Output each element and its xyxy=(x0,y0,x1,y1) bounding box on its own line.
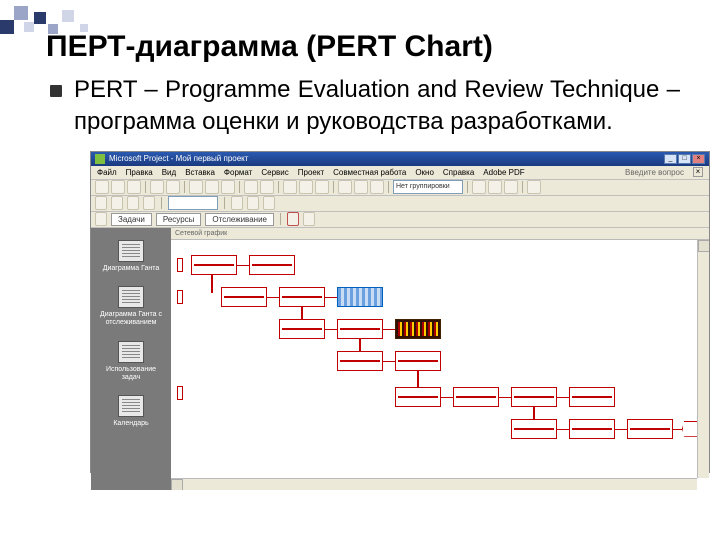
view-bar: Диаграмма Ганта Диаграмма Ганта с отслеж… xyxy=(91,228,171,490)
copy-button[interactable] xyxy=(205,180,219,194)
menu-file[interactable]: Файл xyxy=(97,168,117,177)
undo-button[interactable] xyxy=(244,180,258,194)
pert-node[interactable] xyxy=(453,387,499,407)
task-usage-icon xyxy=(118,341,144,363)
print-button[interactable] xyxy=(150,180,164,194)
window-title: Microsoft Project - Мой первый проект xyxy=(109,154,663,163)
tab-tracking[interactable]: Отслеживание xyxy=(205,213,274,226)
preview-button[interactable] xyxy=(166,180,180,194)
pdf-settings-button[interactable] xyxy=(303,212,315,226)
cut-button[interactable] xyxy=(189,180,203,194)
menu-help[interactable]: Справка xyxy=(443,168,474,177)
close-button[interactable]: × xyxy=(692,154,705,164)
horizontal-scrollbar[interactable] xyxy=(171,478,697,490)
stub-1 xyxy=(177,258,183,272)
calendar-icon xyxy=(118,395,144,417)
tracking-gantt-icon xyxy=(118,286,144,308)
menu-view[interactable]: Вид xyxy=(162,168,176,177)
menubar: Файл Правка Вид Вставка Формат Сервис Пр… xyxy=(91,166,709,180)
pert-node-selected[interactable] xyxy=(337,287,383,307)
hide-button[interactable] xyxy=(143,196,155,210)
split-button[interactable] xyxy=(315,180,329,194)
view-task-usage[interactable]: Использование задач xyxy=(99,341,163,381)
window-titlebar: Microsoft Project - Мой первый проект _ … xyxy=(91,152,709,166)
scroll-left-button[interactable] xyxy=(171,479,183,490)
view-tabs-bar: Задачи Ресурсы Отслеживание xyxy=(91,212,709,228)
view-gantt[interactable]: Диаграмма Ганта xyxy=(99,240,163,273)
app-icon xyxy=(95,154,105,164)
pert-canvas[interactable]: Сетевой график xyxy=(171,228,709,490)
pert-node[interactable] xyxy=(221,287,267,307)
save-button[interactable] xyxy=(127,180,141,194)
menu-insert[interactable]: Вставка xyxy=(185,168,215,177)
pert-node[interactable] xyxy=(395,387,441,407)
unlink-button[interactable] xyxy=(299,180,313,194)
link-button[interactable] xyxy=(283,180,297,194)
pert-node[interactable] xyxy=(395,351,441,371)
menu-edit[interactable]: Правка xyxy=(126,168,153,177)
zoom-out-button[interactable] xyxy=(488,180,502,194)
stub-2 xyxy=(177,290,183,304)
pdf-export-button[interactable] xyxy=(287,212,299,226)
pert-node[interactable] xyxy=(249,255,295,275)
menu-collab[interactable]: Совместная работа xyxy=(333,168,406,177)
gantt-icon xyxy=(118,240,144,262)
pert-node[interactable] xyxy=(569,419,615,439)
font-dropdown[interactable] xyxy=(168,196,218,210)
view-tracking-gantt[interactable]: Диаграмма Ганта с отслеживанием xyxy=(99,286,163,326)
pert-node[interactable] xyxy=(279,287,325,307)
open-button[interactable] xyxy=(111,180,125,194)
menu-project[interactable]: Проект xyxy=(298,168,324,177)
outdent-button[interactable] xyxy=(95,196,107,210)
help-search[interactable]: Введите вопрос xyxy=(625,168,684,177)
notes-button[interactable] xyxy=(354,180,368,194)
help-button[interactable] xyxy=(527,180,541,194)
tab-tasks[interactable]: Задачи xyxy=(111,213,152,226)
italic-button[interactable] xyxy=(247,196,259,210)
indent-button[interactable] xyxy=(111,196,123,210)
info-button[interactable] xyxy=(338,180,352,194)
pert-node[interactable] xyxy=(511,419,557,439)
pert-node[interactable] xyxy=(191,255,237,275)
bullet-marker xyxy=(50,85,62,97)
pert-node[interactable] xyxy=(627,419,673,439)
slide-decoration xyxy=(0,0,200,40)
paste-button[interactable] xyxy=(221,180,235,194)
pert-node[interactable] xyxy=(569,387,615,407)
pert-node[interactable] xyxy=(337,319,383,339)
show-button[interactable] xyxy=(127,196,139,210)
view-calendar[interactable]: Календарь xyxy=(99,395,163,428)
assign-button[interactable] xyxy=(370,180,384,194)
guide-button[interactable] xyxy=(95,212,107,226)
bold-button[interactable] xyxy=(231,196,243,210)
underline-button[interactable] xyxy=(263,196,275,210)
group-dropdown[interactable]: Нет группировки xyxy=(393,180,463,194)
bullet-text: PERT – Programme Evaluation and Review T… xyxy=(74,74,680,139)
menu-tools[interactable]: Сервис xyxy=(261,168,288,177)
vertical-scrollbar[interactable] xyxy=(697,240,709,478)
ms-project-screenshot: Microsoft Project - Мой первый проект _ … xyxy=(90,151,710,473)
format-toolbar xyxy=(91,196,709,212)
standard-toolbar: Нет группировки xyxy=(91,180,709,196)
pert-node[interactable] xyxy=(279,319,325,339)
menu-window[interactable]: Окно xyxy=(415,168,434,177)
pert-node-highlight[interactable] xyxy=(395,319,441,339)
menu-pdf[interactable]: Adobe PDF xyxy=(483,168,524,177)
doc-close-button[interactable]: × xyxy=(693,167,703,177)
redo-button[interactable] xyxy=(260,180,274,194)
zoom-in-button[interactable] xyxy=(472,180,486,194)
scroll-up-button[interactable] xyxy=(698,240,709,252)
pert-node[interactable] xyxy=(337,351,383,371)
new-button[interactable] xyxy=(95,180,109,194)
maximize-button[interactable]: □ xyxy=(678,154,691,164)
tab-resources[interactable]: Ресурсы xyxy=(156,213,202,226)
canvas-header: Сетевой график xyxy=(171,228,709,240)
goto-button[interactable] xyxy=(504,180,518,194)
menu-format[interactable]: Формат xyxy=(224,168,252,177)
minimize-button[interactable]: _ xyxy=(664,154,677,164)
bullet-item: PERT – Programme Evaluation and Review T… xyxy=(50,74,680,139)
stub-3 xyxy=(177,386,183,400)
pert-node[interactable] xyxy=(511,387,557,407)
